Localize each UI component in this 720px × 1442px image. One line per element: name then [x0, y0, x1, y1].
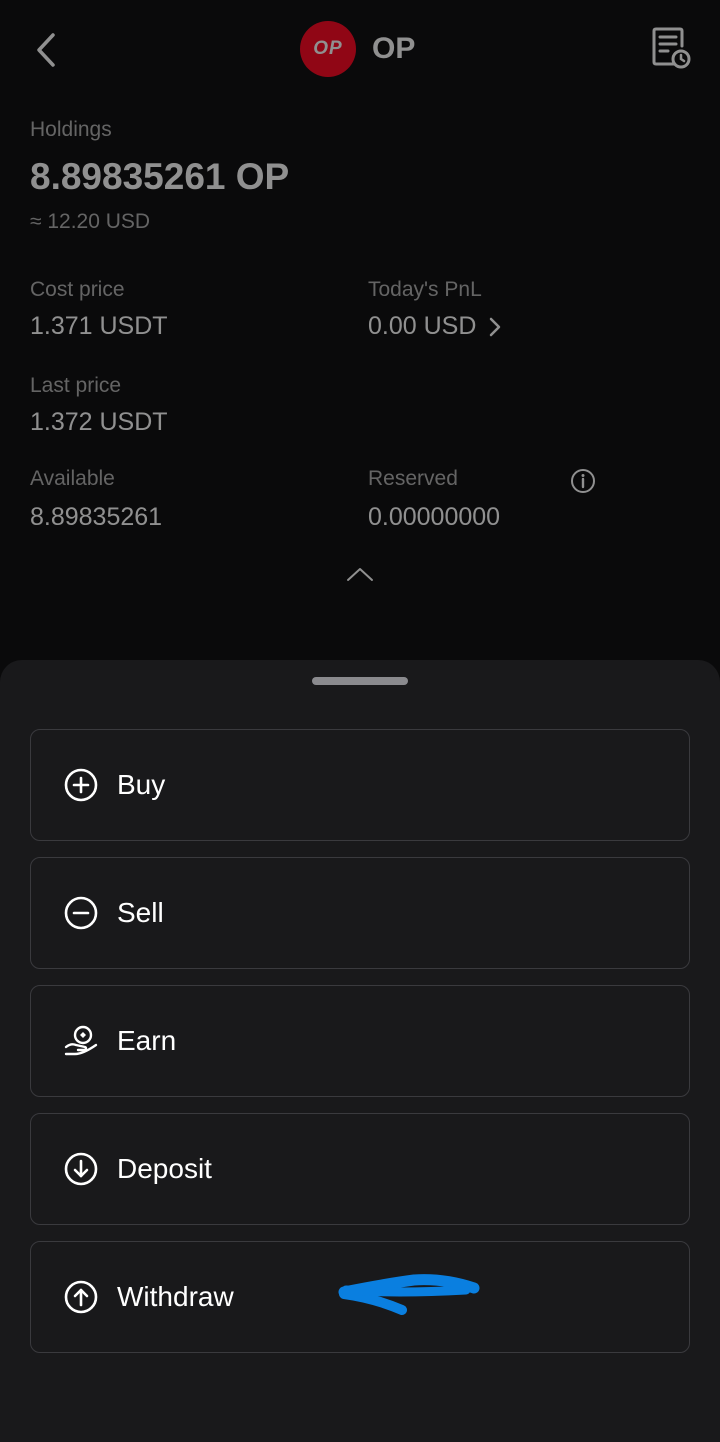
- available-value: 8.89835261: [30, 503, 163, 531]
- todays-pnl-stat[interactable]: Today's PnL 0.00 USD: [368, 278, 502, 341]
- holdings-amount: 8.89835261 OP: [30, 156, 290, 197]
- reserved-label: Reserved: [368, 467, 458, 490]
- last-price-label: Last price: [30, 374, 122, 397]
- holdings-section: Holdings 8.89835261 OP ≈ 12.20 USD: [30, 118, 289, 234]
- available-stat: Available 8.89835261: [30, 467, 162, 532]
- last-price-stat: Last price 1.372 USDT: [30, 374, 168, 437]
- collapse-button[interactable]: [345, 565, 375, 588]
- plus-circle-icon: [63, 767, 99, 803]
- history-button[interactable]: [652, 26, 698, 72]
- document-clock-icon: [652, 27, 691, 69]
- coin-header: OP OP: [300, 21, 415, 77]
- top-bar: OP OP: [0, 0, 720, 100]
- sell-label: Sell: [117, 897, 164, 928]
- deposit-label: Deposit: [117, 1153, 212, 1184]
- last-price-value: 1.372 USDT: [30, 408, 168, 436]
- reserved-info-button[interactable]: [570, 468, 596, 499]
- buy-button[interactable]: Buy: [30, 729, 690, 841]
- blue-arrow-annotation: [338, 1274, 480, 1315]
- earn-button[interactable]: Earn: [30, 985, 690, 1097]
- holdings-approx-value: ≈ 12.20 USD: [30, 210, 151, 233]
- reserved-value: 0.00000000: [368, 503, 501, 531]
- coin-logo: OP: [300, 21, 356, 77]
- withdraw-label: Withdraw: [117, 1281, 234, 1312]
- todays-pnl-value: 0.00 USD: [368, 312, 477, 340]
- chevron-up-icon: [347, 568, 373, 581]
- deposit-button[interactable]: Deposit: [30, 1113, 690, 1225]
- cost-price-value: 1.371 USDT: [30, 312, 168, 340]
- back-button[interactable]: [26, 28, 66, 72]
- sell-button[interactable]: Sell: [30, 857, 690, 969]
- arrow-down-circle-icon: [63, 1151, 99, 1187]
- available-label: Available: [30, 467, 115, 490]
- chevron-left-icon: [37, 33, 55, 67]
- chevron-right-icon: [490, 317, 501, 336]
- earn-label: Earn: [117, 1025, 177, 1056]
- sheet-drag-handle[interactable]: [312, 677, 408, 685]
- todays-pnl-label: Today's PnL: [368, 278, 482, 301]
- holdings-label: Holdings: [30, 118, 112, 141]
- cost-price-stat: Cost price 1.371 USDT: [30, 278, 168, 341]
- reserved-stat: Reserved 0.00000000: [368, 467, 500, 532]
- buy-label: Buy: [117, 769, 166, 800]
- arrow-up-circle-icon: [63, 1279, 99, 1315]
- hand-coin-icon: [63, 1023, 99, 1059]
- minus-circle-icon: [63, 895, 99, 931]
- cost-price-label: Cost price: [30, 278, 125, 301]
- page-title: OP: [372, 32, 416, 65]
- info-icon: [571, 469, 595, 493]
